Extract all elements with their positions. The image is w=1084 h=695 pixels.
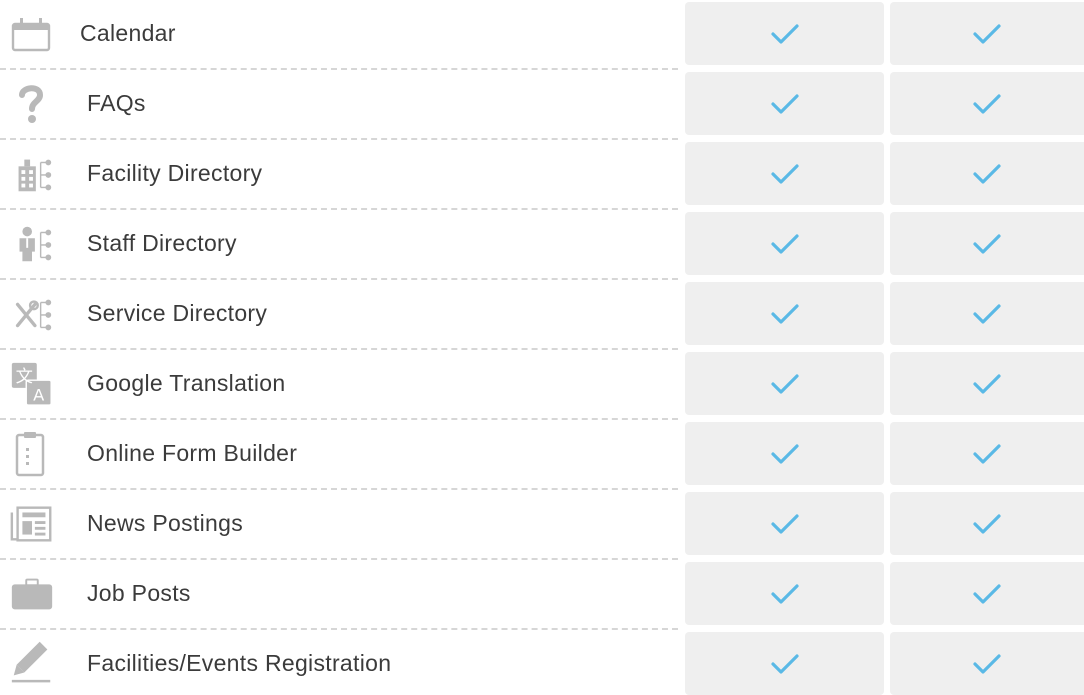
translate-glyph-top: 文 [16, 367, 33, 387]
translate-icon: 文 A [8, 362, 56, 406]
plan-1-feature-cell [685, 142, 884, 205]
plan-1-feature-cell [685, 422, 884, 485]
plan-1-feature-cell [685, 632, 884, 695]
clipboard-icon [8, 432, 56, 477]
feature-label-cell: Facility Directory [0, 142, 678, 205]
row-divider [0, 348, 678, 350]
service-directory-icon [8, 294, 56, 334]
checkmark-icon [973, 23, 1001, 44]
checkmark-icon [770, 93, 799, 114]
plan-2-feature-cell [890, 282, 1084, 345]
plan-1-feature-cell [685, 492, 884, 555]
feature-row-staff-directory: Staff Directory [0, 212, 1084, 275]
feature-row-facilities-events-registration: Facilities/Events Registration [0, 632, 1084, 695]
feature-row-job-posts: Job Posts [0, 562, 1084, 625]
feature-label: Job Posts [87, 580, 191, 606]
feature-label: Staff Directory [87, 230, 237, 256]
row-divider [0, 278, 678, 280]
plan-1-feature-cell [685, 72, 884, 135]
calendar-icon [8, 14, 56, 54]
checkmark-icon [770, 653, 799, 674]
feature-row-news-postings: News Postings [0, 492, 1084, 555]
checkmark-icon [770, 23, 799, 44]
row-divider [0, 418, 678, 420]
row-divider [0, 208, 678, 210]
feature-label: Google Translation [87, 370, 286, 396]
plan-2-feature-cell [890, 212, 1084, 275]
plan-2-feature-cell [890, 492, 1084, 555]
feature-label: Service Directory [87, 300, 268, 326]
checkmark-icon [973, 233, 1001, 254]
plan-2-feature-cell [890, 562, 1084, 625]
feature-label: FAQs [87, 90, 146, 116]
plan-1-feature-cell [685, 2, 884, 65]
staff-directory-icon [8, 224, 56, 264]
feature-label-cell: Online Form Builder [0, 422, 678, 485]
plan-2-feature-cell [890, 142, 1084, 205]
feature-label: Online Form Builder [87, 440, 298, 466]
pencil-icon [8, 640, 56, 683]
feature-label-cell: Staff Directory [0, 212, 678, 275]
feature-row-service-directory: Service Directory [0, 282, 1084, 345]
feature-label-cell: Job Posts [0, 562, 678, 625]
feature-label-cell: News Postings [0, 492, 678, 555]
checkmark-icon [973, 653, 1001, 674]
plan-1-feature-cell [685, 282, 884, 345]
feature-label-cell: 文 A Google Translation [0, 352, 678, 415]
feature-label-cell: Facilities/Events Registration [0, 632, 678, 695]
row-divider [0, 558, 678, 560]
row-divider [0, 68, 678, 70]
plan-2-feature-cell [890, 422, 1084, 485]
plan-2-feature-cell [890, 632, 1084, 695]
newspaper-icon [8, 504, 56, 544]
plan-2-feature-cell [890, 2, 1084, 65]
feature-row-faqs: FAQs [0, 72, 1084, 135]
checkmark-icon [770, 163, 799, 184]
feature-label: Facility Directory [87, 160, 263, 186]
checkmark-icon [770, 303, 799, 324]
checkmark-icon [770, 233, 799, 254]
facility-directory-icon [8, 154, 56, 194]
feature-comparison-table: Calendar FAQs Facility Directory Staff D… [0, 0, 1084, 695]
checkmark-icon [973, 373, 1001, 394]
checkmark-icon [973, 303, 1001, 324]
checkmark-icon [973, 513, 1001, 534]
plan-1-feature-cell [685, 352, 884, 415]
feature-label-cell: Service Directory [0, 282, 678, 345]
feature-label: Facilities/Events Registration [87, 650, 392, 676]
checkmark-icon [973, 93, 1001, 114]
plan-2-feature-cell [890, 72, 1084, 135]
question-mark-icon [8, 84, 56, 124]
row-divider [0, 138, 678, 140]
checkmark-icon [770, 443, 799, 464]
plan-2-feature-cell [890, 352, 1084, 415]
feature-label-cell: FAQs [0, 72, 678, 135]
feature-row-google-translation: 文 A Google Translation [0, 352, 1084, 415]
plan-1-feature-cell [685, 212, 884, 275]
briefcase-icon [8, 574, 56, 614]
checkmark-icon [770, 513, 799, 534]
row-divider [0, 628, 678, 630]
feature-row-facility-directory: Facility Directory [0, 142, 1084, 205]
checkmark-icon [770, 373, 799, 394]
row-divider [0, 488, 678, 490]
plan-1-feature-cell [685, 562, 884, 625]
feature-label: Calendar [80, 20, 176, 46]
translate-glyph-bottom: A [33, 385, 45, 404]
checkmark-icon [973, 583, 1001, 604]
feature-label: News Postings [87, 510, 244, 536]
checkmark-icon [973, 443, 1001, 464]
feature-row-online-form-builder: Online Form Builder [0, 422, 1084, 485]
feature-row-calendar: Calendar [0, 2, 1084, 65]
checkmark-icon [770, 583, 799, 604]
feature-label-cell: Calendar [0, 2, 678, 65]
checkmark-icon [973, 163, 1001, 184]
